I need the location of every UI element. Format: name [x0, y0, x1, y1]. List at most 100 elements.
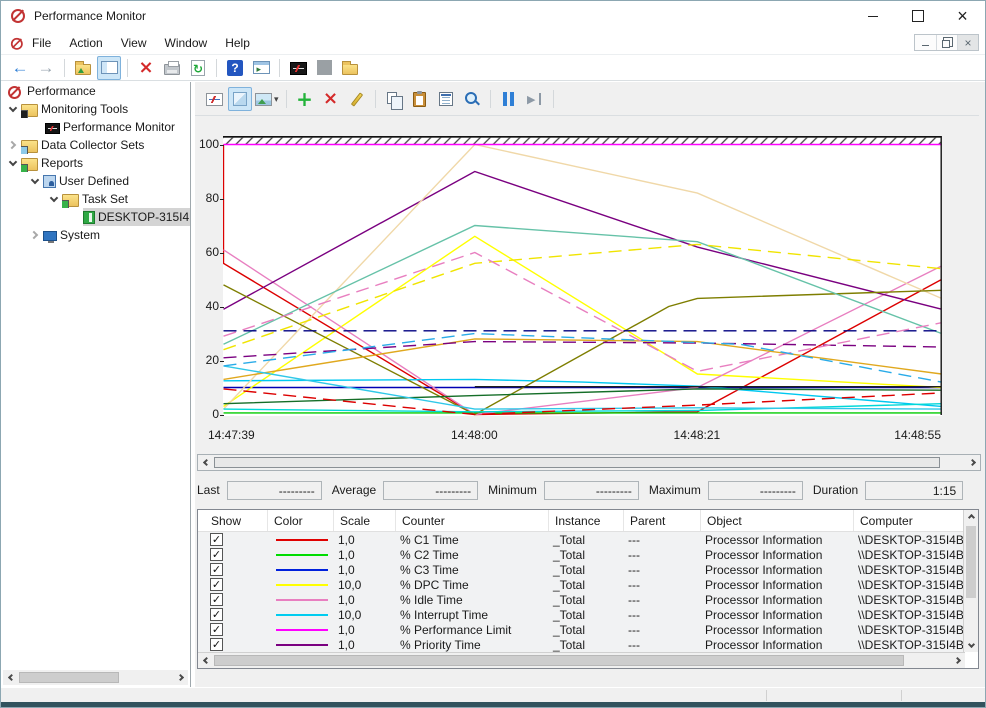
blank-square-button[interactable]: [312, 56, 336, 80]
tree-item-desktop-315i4b9[interactable]: DESKTOP-315I4B9: [1, 208, 190, 226]
scroll-left-icon[interactable]: [3, 670, 19, 685]
chevron-down-icon[interactable]: [5, 154, 21, 172]
show-checkbox[interactable]: [210, 563, 223, 576]
table-vscroll-thumb[interactable]: [966, 526, 976, 598]
chart-scroll-thumb[interactable]: [214, 457, 940, 468]
table-row-c3-time[interactable]: 1,0% C3 Time_Total---Processor Informati…: [198, 562, 965, 577]
scroll-left-icon[interactable]: [198, 455, 214, 470]
refresh-button[interactable]: [186, 56, 210, 80]
table-vertical-scrollbar[interactable]: [963, 510, 978, 652]
tree-horizontal-scrollbar[interactable]: [3, 670, 188, 685]
cell-object: Processor Information: [701, 548, 854, 562]
paste-counter-list-button[interactable]: [408, 87, 432, 111]
chart-horizontal-scrollbar[interactable]: [197, 454, 981, 471]
table-row-idle-time[interactable]: 1,0% Idle Time_Total---Processor Informa…: [198, 592, 965, 607]
column-header-object[interactable]: Object: [701, 510, 854, 531]
tree-item-data-collector-sets[interactable]: Data Collector Sets: [1, 136, 190, 154]
view-current-activity-button[interactable]: [202, 87, 226, 111]
tree-item-user-defined[interactable]: User Defined: [1, 172, 190, 190]
table-horizontal-scrollbar[interactable]: [198, 652, 965, 668]
column-header-computer[interactable]: Computer: [854, 510, 964, 531]
scroll-right-icon[interactable]: [964, 455, 980, 470]
menu-window[interactable]: Window: [156, 33, 217, 53]
chevron-down-icon[interactable]: [5, 100, 21, 118]
update-data-button[interactable]: [523, 87, 547, 111]
column-header-parent[interactable]: Parent: [624, 510, 701, 531]
performance-chart-button[interactable]: [286, 56, 310, 80]
cell-instance: _Total: [549, 608, 624, 622]
performance-chart-icon: [290, 62, 307, 75]
tree-item-system[interactable]: System: [1, 226, 190, 244]
show-checkbox[interactable]: [210, 608, 223, 621]
add-counter-icon: [296, 90, 314, 108]
table-row-performance-limit[interactable]: 1,0% Performance Limit_Total---Processor…: [198, 622, 965, 637]
close-button[interactable]: [940, 1, 985, 31]
menu-action[interactable]: Action: [60, 33, 111, 53]
tree-item-reports[interactable]: Reports: [1, 154, 190, 172]
cell-computer: \\DESKTOP-315I4B9: [854, 608, 964, 622]
show-console-tree-icon: [101, 61, 118, 74]
scroll-left-icon[interactable]: [198, 653, 214, 668]
show-checkbox[interactable]: [210, 623, 223, 636]
show-checkbox[interactable]: [210, 593, 223, 606]
tree-item-performance[interactable]: Performance: [1, 82, 190, 100]
show-checkbox[interactable]: [210, 533, 223, 546]
menu-view[interactable]: View: [112, 33, 156, 53]
delete-counter-button[interactable]: [319, 87, 343, 111]
color-swatch: [276, 629, 328, 631]
back-button[interactable]: [8, 56, 32, 80]
table-row-interrupt-time[interactable]: 10,0% Interrupt Time_Total---Processor I…: [198, 607, 965, 622]
tree-scroll-thumb[interactable]: [19, 672, 119, 683]
delete-counter-icon: [322, 90, 340, 108]
chevron-down-icon[interactable]: [46, 190, 62, 208]
chevron-right-icon[interactable]: [27, 226, 43, 244]
scroll-right-icon[interactable]: [949, 653, 965, 668]
minimize-button[interactable]: [850, 1, 895, 31]
highlight-button[interactable]: [345, 87, 369, 111]
folder-up-button[interactable]: [71, 56, 95, 80]
tree-item-performance-monitor[interactable]: Performance Monitor: [1, 118, 190, 136]
column-header-color[interactable]: Color: [268, 510, 334, 531]
chevron-down-icon[interactable]: [27, 172, 43, 190]
zoom-button[interactable]: [460, 87, 484, 111]
table-row-dpc-time[interactable]: 10,0% DPC Time_Total---Processor Informa…: [198, 577, 965, 592]
help-button[interactable]: [223, 56, 247, 80]
child-minimize-button[interactable]: [915, 35, 936, 50]
column-header-scale[interactable]: Scale: [334, 510, 396, 531]
column-header-show[interactable]: Show: [198, 510, 268, 531]
print-button[interactable]: [160, 56, 184, 80]
table-row-priority-time[interactable]: 1,0% Priority Time_Total---Processor Inf…: [198, 637, 965, 652]
child-restore-button[interactable]: [936, 35, 957, 50]
color-swatch: [276, 644, 328, 646]
table-hscroll-thumb[interactable]: [214, 655, 904, 666]
table-row-c1-time[interactable]: 1,0% C1 Time_Total---Processor Informati…: [198, 532, 965, 547]
show-checkbox[interactable]: [210, 578, 223, 591]
view-log-data-button[interactable]: [228, 87, 252, 111]
show-checkbox[interactable]: [210, 638, 223, 651]
tree-item-monitoring-tools[interactable]: Monitoring Tools: [1, 100, 190, 118]
new-folder-button[interactable]: [338, 56, 362, 80]
properties-button[interactable]: [434, 87, 458, 111]
child-close-button[interactable]: [957, 35, 978, 50]
scroll-down-icon[interactable]: [964, 637, 978, 652]
show-console-tree-button[interactable]: [97, 56, 121, 80]
copy-properties-button[interactable]: [382, 87, 406, 111]
maximize-button[interactable]: [895, 1, 940, 31]
column-header-instance[interactable]: Instance: [549, 510, 624, 531]
tree-item-task-set[interactable]: Task Set: [1, 190, 190, 208]
table-row-c2-time[interactable]: 1,0% C2 Time_Total---Processor Informati…: [198, 547, 965, 562]
show-action-pane-button[interactable]: [249, 56, 273, 80]
scroll-up-icon[interactable]: [964, 510, 978, 525]
chevron-right-icon[interactable]: [5, 136, 21, 154]
scroll-right-icon[interactable]: [172, 670, 188, 685]
change-graph-type-button[interactable]: ▾: [254, 87, 280, 111]
series-series-olive: [224, 285, 942, 415]
freeze-display-button[interactable]: [497, 87, 521, 111]
delete-button[interactable]: [134, 56, 158, 80]
menu-help[interactable]: Help: [216, 33, 259, 53]
menu-file[interactable]: File: [23, 33, 60, 53]
show-checkbox[interactable]: [210, 548, 223, 561]
add-counter-button[interactable]: [293, 87, 317, 111]
column-header-counter[interactable]: Counter: [396, 510, 549, 531]
forward-button[interactable]: [34, 56, 58, 80]
